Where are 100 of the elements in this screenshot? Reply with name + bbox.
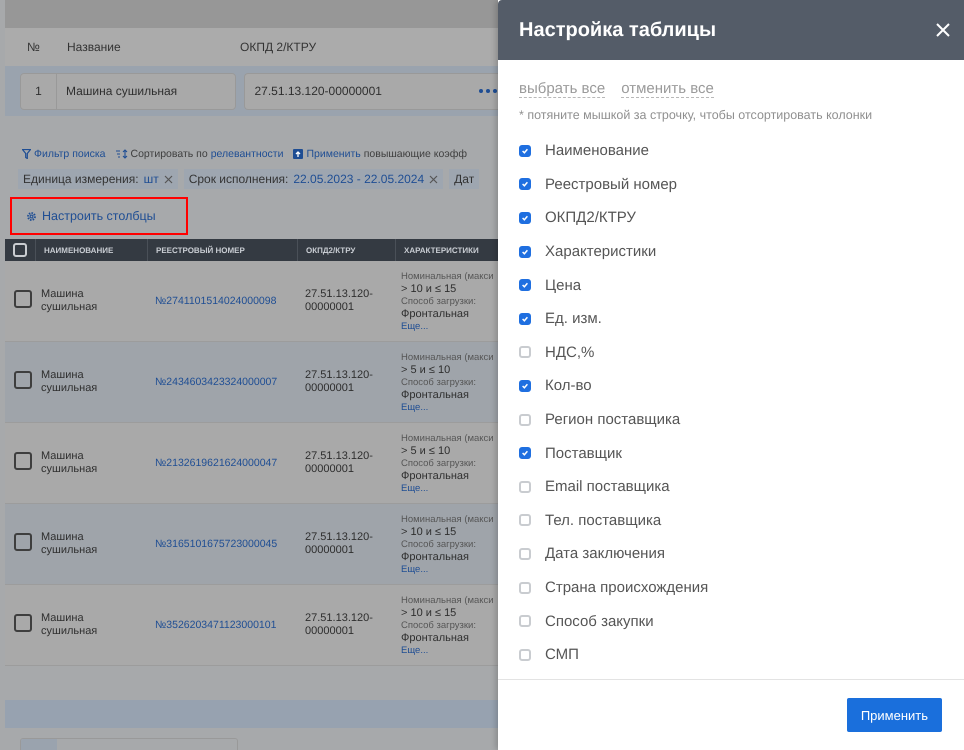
column-checkbox[interactable] — [519, 615, 531, 628]
characteristic-label: Способ загрузки: — [401, 296, 477, 306]
column-checkbox[interactable] — [519, 178, 531, 190]
column-header: ОКПД2/КТРУ — [306, 246, 356, 254]
characteristic-value: > 10 и ≤ 15 — [401, 606, 458, 618]
more-link[interactable]: Еще... — [401, 564, 498, 574]
column-header: ХАРАКТЕРИСТИКИ — [404, 246, 479, 254]
column-option[interactable]: Кол-во — [545, 377, 592, 394]
check-icon — [521, 382, 529, 390]
column-checkbox[interactable] — [519, 312, 531, 325]
characteristic-label: Способ загрузки: — [401, 620, 477, 630]
registry-link[interactable]: №2434603423324000007 — [155, 376, 278, 388]
column-option[interactable]: Дата заключения — [545, 545, 665, 562]
close-icon[interactable] — [164, 174, 173, 184]
select-all-link[interactable]: выбрать все — [519, 80, 606, 98]
row-checkbox[interactable] — [14, 614, 32, 632]
column-header: РЕЕСТРОВЫЙ НОМЕР — [156, 246, 245, 254]
characteristic-label: Номинальная (макси — [401, 594, 495, 606]
more-link[interactable]: Еще... — [401, 644, 498, 656]
column-option[interactable]: Страна происхождения — [545, 579, 708, 596]
column-checkbox[interactable] — [519, 212, 531, 224]
table-cell-text: Машина сушильная — [41, 531, 98, 557]
characteristic-label: Способ загрузки: — [401, 376, 477, 388]
characteristic-value: > 5 и ≤ 10 — [401, 444, 452, 456]
column-checkbox[interactable] — [519, 246, 531, 258]
table-cell-text: Машина сушильная — [41, 450, 98, 476]
characteristic-label: Способ загрузки: — [401, 538, 477, 550]
settings-icon — [26, 210, 37, 222]
configure-columns-button[interactable]: Настроить столбцы — [10, 197, 188, 235]
check-icon — [521, 180, 529, 188]
close-icon[interactable] — [429, 174, 438, 184]
column-option[interactable]: Поставщик — [545, 444, 622, 462]
column-option[interactable]: НДС,% — [545, 344, 594, 361]
table-cell-text: 27.51.13.120-00000001 — [305, 369, 374, 395]
characteristic-label: Номинальная (макси — [401, 514, 495, 524]
column-option[interactable]: ОКПД2/КТРУ — [545, 209, 636, 226]
hint-text: * потяните мышкой за строчку, чтобы отсортировать колонки — [519, 108, 874, 122]
table-cell-text: 27.51.13.120-00000001 — [305, 288, 374, 314]
table-cell-text: Машина сушильная — [41, 288, 98, 314]
registry-link[interactable]: №2132619621624000047 — [155, 456, 278, 469]
sort-icon — [116, 149, 128, 159]
row-checkbox[interactable] — [14, 452, 32, 470]
characteristic-value: > 5 и ≤ 10 — [401, 364, 452, 376]
characteristic-label: Способ загрузки: — [401, 458, 477, 468]
more-link[interactable]: Еще... — [401, 402, 498, 412]
column-checkbox[interactable] — [519, 548, 531, 560]
column-checkbox[interactable] — [519, 380, 531, 392]
sort-label: Сортировать по — [130, 148, 208, 160]
column-option[interactable]: СМП — [545, 646, 579, 664]
registry-link[interactable]: №3165101675723000045 — [155, 538, 278, 550]
column-label: ОКПД 2/КТРУ — [240, 40, 316, 54]
filter-link[interactable]: Фильтр поиска — [34, 148, 106, 160]
column-checkbox[interactable] — [519, 279, 531, 292]
column-checkbox[interactable] — [519, 648, 531, 661]
column-checkbox[interactable] — [519, 144, 531, 157]
check-icon — [521, 248, 529, 256]
column-option[interactable]: Ед. изм. — [545, 310, 602, 328]
column-option[interactable]: Тел. поставщика — [545, 512, 662, 529]
column-checkbox[interactable] — [519, 414, 531, 426]
column-option[interactable]: Способ закупки — [545, 612, 654, 630]
column-header: НАИМЕНОВАНИЕ — [44, 246, 114, 254]
column-checkbox[interactable] — [519, 346, 531, 358]
column-checkbox[interactable] — [519, 447, 531, 460]
column-checkbox[interactable] — [519, 582, 531, 594]
column-option[interactable]: Регион поставщика — [545, 411, 680, 428]
registry-link[interactable]: №2741101514024000098 — [155, 294, 276, 307]
column-option[interactable]: Цена — [545, 276, 582, 294]
column-option[interactable]: Характеристики — [545, 243, 656, 260]
filter-chip[interactable]: Срок исполнения: 22.05.2023 - 22.05.2024 — [184, 169, 444, 189]
code-field[interactable]: 27.51.13.120-00000001 — [244, 72, 498, 110]
name-field[interactable]: 1 Машина сушильная — [20, 72, 236, 110]
characteristic-label: Номинальная (макси — [401, 432, 495, 444]
characteristic-label: Номинальная (макси — [401, 270, 495, 282]
table-cell-text: 27.51.13.120-00000001 — [305, 450, 374, 476]
sort-link[interactable]: релевантности — [210, 148, 284, 160]
more-link[interactable]: Еще... — [401, 320, 498, 332]
deselect-all-link[interactable]: отменить все — [621, 80, 714, 98]
more-link[interactable]: Еще... — [401, 482, 498, 494]
row-checkbox[interactable] — [14, 533, 32, 552]
characteristic-value: Фронтальная — [401, 308, 470, 320]
check-icon — [521, 146, 529, 155]
characteristic-value: Фронтальная — [401, 550, 470, 562]
column-option[interactable]: Реестровый номер — [545, 176, 678, 193]
select-all-checkbox[interactable] — [13, 243, 27, 257]
column-option[interactable]: Наименование — [545, 142, 649, 160]
column-checkbox[interactable] — [519, 480, 531, 493]
column-option[interactable]: Email поставщика — [545, 478, 670, 496]
characteristic-value: > 10 и ≤ 15 — [401, 282, 458, 294]
more-icon[interactable] — [478, 88, 498, 94]
row-checkbox[interactable] — [14, 371, 32, 390]
row-checkbox[interactable] — [14, 290, 32, 308]
column-checkbox[interactable] — [519, 514, 531, 526]
apply-text: повышающие коэфф — [364, 148, 467, 160]
apply-link[interactable]: Применить — [306, 148, 361, 160]
check-icon — [521, 449, 529, 458]
apply-button[interactable]: Применить — [846, 698, 942, 732]
filter-chip[interactable]: Дат — [449, 169, 480, 189]
registry-link[interactable]: №3526203471123000101 — [155, 618, 276, 631]
check-icon — [521, 281, 529, 290]
filter-chip[interactable]: Единица измерения: шт — [18, 169, 178, 189]
